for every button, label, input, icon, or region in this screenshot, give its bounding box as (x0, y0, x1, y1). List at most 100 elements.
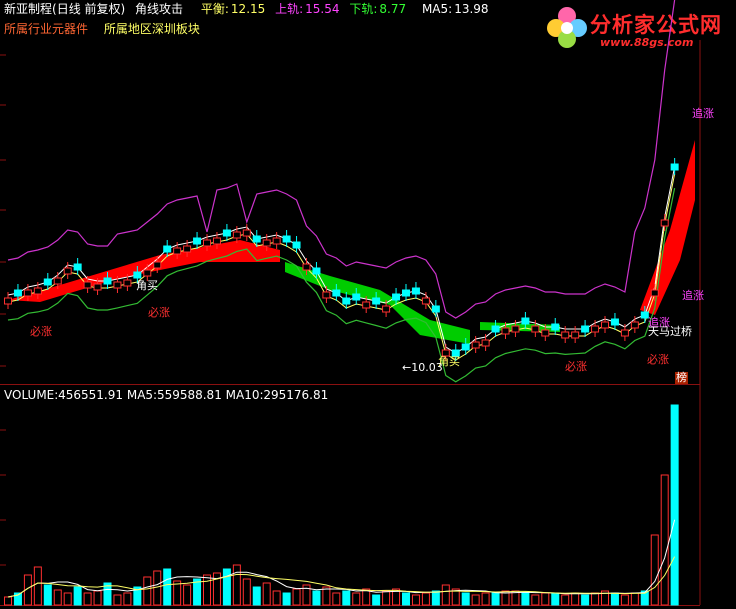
candle-body (113, 281, 122, 289)
volume-bar (153, 570, 162, 606)
candle-body (561, 331, 570, 339)
volume-bar (481, 592, 490, 606)
volume-bar (521, 592, 530, 606)
volume-bar (581, 594, 590, 606)
low-price-marker: ←10.03 (402, 361, 443, 374)
volume-bar (262, 582, 271, 606)
volume-ma-lines (7, 519, 676, 598)
volume-bar (322, 586, 331, 606)
volume-bar (272, 590, 281, 606)
candle-body (491, 325, 500, 333)
candle-body (630, 321, 639, 329)
volume-bar (531, 594, 540, 606)
candle-body (73, 263, 82, 271)
candle-body (242, 229, 251, 237)
candle-body (203, 239, 211, 247)
volume-bar (113, 594, 122, 606)
volume-bar (372, 594, 381, 606)
candle-body (481, 339, 490, 347)
candle-body (620, 329, 629, 337)
candle-body (252, 235, 261, 243)
candle-body (461, 343, 470, 351)
volume-bar (491, 592, 500, 606)
candle-body (601, 321, 609, 329)
candle-body (521, 317, 530, 325)
candle-body (541, 329, 550, 337)
candle-body (143, 269, 152, 277)
candle-body (352, 293, 361, 301)
volume-bar (421, 592, 430, 606)
candle-body (153, 261, 162, 269)
volume-bar (620, 594, 629, 606)
volume-bar (382, 590, 391, 606)
signal-jiaomai-1: 角买 (136, 279, 158, 292)
candle-body (262, 239, 271, 247)
bang-badge[interactable]: 榜 (675, 372, 688, 384)
signal-zhuizhang-2: 追涨 (682, 289, 704, 302)
candle-body (591, 325, 600, 333)
candle-body (372, 297, 381, 305)
candle-body (33, 287, 42, 295)
candle-body (362, 301, 371, 309)
volume-bar (342, 590, 351, 606)
volume-bar (53, 589, 62, 606)
candle-body (312, 267, 321, 275)
candle-body (222, 229, 231, 237)
volume-bar (441, 584, 450, 606)
signal-tianma: 天马过桥 (648, 325, 692, 338)
volume-bar (650, 534, 659, 606)
volume-bar (571, 592, 580, 606)
candle-body (501, 327, 510, 335)
candle-body (4, 297, 12, 305)
volume-bar (610, 592, 619, 606)
candle-body (650, 289, 659, 297)
volume-bar (541, 592, 550, 606)
candle-body (163, 245, 172, 253)
candle-body (282, 235, 291, 243)
candle-body (173, 247, 182, 255)
volume-bar (93, 590, 102, 606)
candle-body (13, 289, 22, 297)
signal-bizhang-4: 必涨 (647, 353, 669, 366)
candle-body (471, 341, 480, 349)
candle-body (531, 325, 540, 333)
signal-bizhang-1: 必涨 (30, 325, 52, 338)
volume-bar (630, 592, 639, 606)
volume-bar (222, 568, 231, 606)
volume-bar (561, 594, 570, 606)
volume-bar (4, 596, 12, 606)
candle-body (212, 237, 221, 245)
candle-body (670, 163, 679, 171)
candle-body (660, 219, 669, 227)
signal-bizhang-2: 必涨 (148, 306, 170, 319)
volume-bar (411, 594, 420, 606)
volume-bar (332, 592, 341, 606)
candle-body (382, 305, 391, 313)
candle-body (63, 267, 72, 275)
volume-bar (242, 578, 251, 606)
volume-bar (252, 586, 261, 606)
volume-bar (591, 592, 600, 606)
candle-body (511, 325, 520, 333)
volume-bar (83, 592, 92, 606)
volume-bar (123, 592, 132, 606)
volume-bar (660, 474, 669, 606)
candle-body (83, 281, 92, 289)
volume-bar (203, 574, 211, 606)
volume-bar (43, 584, 52, 606)
candle-body (411, 287, 420, 295)
volume-bar (402, 592, 410, 606)
volume-bar (352, 592, 361, 606)
candle-body (193, 237, 202, 245)
volume-bar (73, 586, 82, 606)
candle-body (292, 241, 301, 249)
candle-body (342, 297, 351, 305)
candle-body (272, 237, 281, 245)
candle-body (581, 325, 590, 333)
ma5-line (7, 166, 676, 354)
volume-bar (143, 576, 152, 606)
kline-chart-canvas[interactable] (0, 0, 736, 609)
candle-body (123, 279, 132, 287)
volume-bar (183, 584, 192, 606)
candle-body (23, 289, 32, 297)
